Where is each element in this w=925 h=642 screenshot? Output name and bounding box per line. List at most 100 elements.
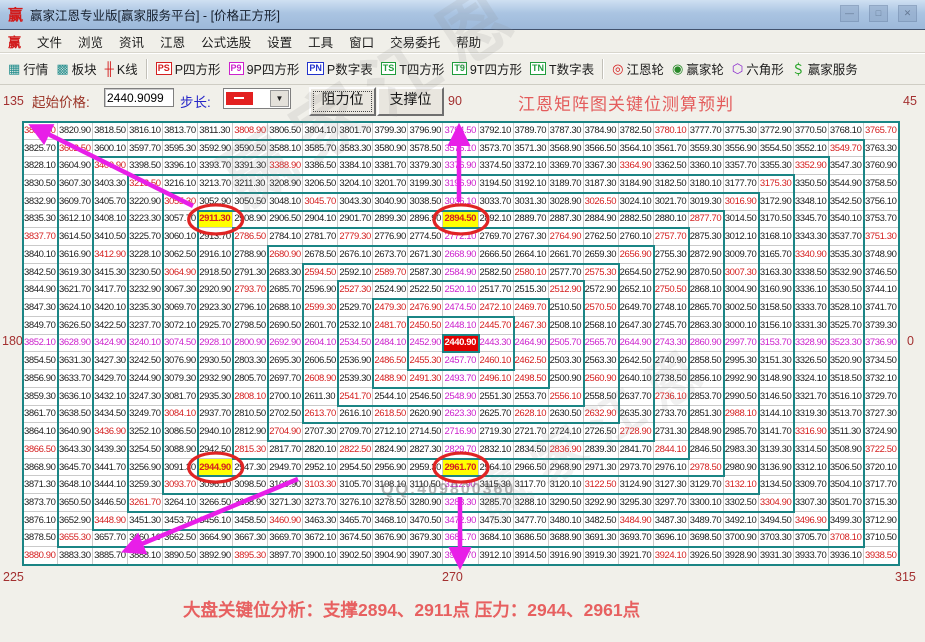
grid-cell: 3552.10 bbox=[794, 140, 829, 158]
grid-cell: 3232.90 bbox=[128, 281, 163, 299]
menu-item-trade-order[interactable]: 交易委托 bbox=[382, 30, 448, 53]
winner-wheel-icon: ◉ bbox=[672, 61, 683, 77]
grid-cell: 3921.70 bbox=[619, 547, 654, 565]
grid-cell: 3628.90 bbox=[58, 335, 93, 353]
grid-cell: 3420.10 bbox=[93, 299, 128, 317]
grid-cell: 3856.90 bbox=[23, 370, 58, 388]
toolbar-item-p-square[interactable]: PSP四方形 bbox=[156, 59, 221, 78]
toolbar-item-9t-square[interactable]: T99T四方形 bbox=[452, 59, 522, 78]
grid-cell: 3424.90 bbox=[93, 335, 128, 353]
grid-cell: 3873.70 bbox=[23, 494, 58, 512]
grid-cell: 2860.90 bbox=[689, 335, 724, 353]
menu-item-tools[interactable]: 工具 bbox=[300, 30, 341, 53]
toolbar-item-label: 9T四方形 bbox=[470, 59, 522, 78]
grid-cell: 3331.30 bbox=[794, 317, 829, 335]
menu-item-window[interactable]: 窗口 bbox=[341, 30, 382, 53]
grid-cell: 3400.90 bbox=[93, 157, 128, 175]
grid-cell: 3408.10 bbox=[93, 211, 128, 229]
grid-cell: 2515.30 bbox=[514, 281, 549, 299]
toolbar-item-label: T数字表 bbox=[549, 59, 594, 78]
grid-cell: 2690.50 bbox=[268, 317, 303, 335]
grid-cell: 3700.90 bbox=[724, 530, 759, 548]
grid-cell: 3300.10 bbox=[689, 494, 724, 512]
grid-cell: 2995.30 bbox=[724, 352, 759, 370]
grid-cell: 3904.90 bbox=[373, 547, 408, 565]
grid-cell: 3436.90 bbox=[93, 423, 128, 441]
toolbar-item-t-square[interactable]: TST四方形 bbox=[381, 59, 445, 78]
toolbar-item-sectors[interactable]: ▩板块 bbox=[56, 59, 96, 78]
step-label: 步长: bbox=[180, 91, 211, 111]
toolbar-item-quotes[interactable]: ▦行情 bbox=[8, 59, 48, 78]
grid-cell: 3852.10 bbox=[23, 335, 58, 353]
menu-item-formula-stock-pick[interactable]: 公式选股 bbox=[193, 30, 259, 53]
grid-cell: 3372.10 bbox=[514, 157, 549, 175]
menu-logo-icon: 赢 bbox=[8, 32, 21, 51]
toolbar-item-winner-service[interactable]: ＄赢家服务 bbox=[792, 59, 858, 78]
start-price-input[interactable] bbox=[104, 88, 174, 107]
grid-cell: 3657.70 bbox=[93, 530, 128, 548]
toolbar-item-winner-wheel[interactable]: ◉赢家轮 bbox=[672, 59, 724, 78]
minimize-icon[interactable]: — bbox=[840, 5, 859, 22]
grid-cell: 3242.50 bbox=[128, 352, 163, 370]
close-icon[interactable]: ✕ bbox=[898, 5, 917, 22]
maximize-icon[interactable]: □ bbox=[869, 5, 888, 22]
grid-cell: 3348.10 bbox=[794, 193, 829, 211]
grid-cell: 2601.70 bbox=[303, 317, 338, 335]
grid-cell: 2676.10 bbox=[338, 246, 373, 264]
grid-cell: 3074.50 bbox=[163, 335, 198, 353]
support-button[interactable]: 支撑位 bbox=[377, 87, 444, 116]
resistance-button[interactable]: 阻力位 bbox=[309, 87, 376, 116]
grid-cell: 3295.30 bbox=[619, 494, 654, 512]
menu-item-settings[interactable]: 设置 bbox=[259, 30, 300, 53]
angle-label-45: 45 bbox=[903, 94, 917, 108]
toolbar-item-kline[interactable]: ╫K线 bbox=[105, 59, 138, 78]
grid-cell: 3542.50 bbox=[829, 193, 864, 211]
toolbar-item-hexagon[interactable]: ⬡六角形 bbox=[732, 59, 784, 78]
grid-cell: 2649.70 bbox=[619, 299, 654, 317]
grid-cell: 2474.50 bbox=[443, 299, 478, 317]
grid-cell: 2990.50 bbox=[724, 388, 759, 406]
toolbar-item-t-number-table[interactable]: TNT数字表 bbox=[530, 59, 594, 78]
grid-cell: 2731.30 bbox=[654, 423, 689, 441]
grid-cell: 3103.30 bbox=[303, 476, 338, 494]
menu-item-help[interactable]: 帮助 bbox=[448, 30, 489, 53]
menu-item-news[interactable]: 资讯 bbox=[111, 30, 152, 53]
grid-cell: 3028.90 bbox=[549, 193, 584, 211]
grid-cell: 3376.90 bbox=[443, 157, 478, 175]
grid-cell: 2736.10 bbox=[654, 388, 689, 406]
chevron-down-icon[interactable]: ▼ bbox=[270, 90, 289, 107]
grid-cell: 3537.70 bbox=[829, 228, 864, 246]
grid-cell: 3120.10 bbox=[549, 476, 584, 494]
grid-cell: 3861.70 bbox=[23, 406, 58, 424]
step-dropdown[interactable]: ▼ bbox=[223, 88, 291, 109]
grid-cell: 3672.10 bbox=[303, 530, 338, 548]
grid-cell: 2642.50 bbox=[619, 352, 654, 370]
toolbar-item-9p-square[interactable]: P99P四方形 bbox=[229, 59, 300, 78]
grid-cell: 2493.70 bbox=[443, 370, 478, 388]
grid-cell: 3660.10 bbox=[128, 530, 163, 548]
grid-cell: 3554.50 bbox=[759, 140, 794, 158]
toolbar-item-gann-wheel[interactable]: ◎江恩轮 bbox=[612, 59, 664, 78]
menu-item-browse[interactable]: 浏览 bbox=[70, 30, 111, 53]
grid-cell: 3511.30 bbox=[829, 423, 864, 441]
grid-cell: 2704.90 bbox=[268, 423, 303, 441]
menu-item-gann[interactable]: 江恩 bbox=[152, 30, 193, 53]
grid-cell: 2688.10 bbox=[268, 299, 303, 317]
grid-cell: 2544.10 bbox=[373, 388, 408, 406]
grid-cell: 2832.10 bbox=[479, 441, 514, 459]
grid-cell: 3124.90 bbox=[619, 476, 654, 494]
grid-cell: 3513.70 bbox=[829, 406, 864, 424]
grid-cell: 3096.10 bbox=[198, 476, 233, 494]
grid-cell: 2486.50 bbox=[373, 352, 408, 370]
grid-cell: 3811.30 bbox=[198, 122, 233, 140]
grid-cell: 3633.70 bbox=[58, 370, 93, 388]
menu-item-file[interactable]: 文件 bbox=[29, 30, 70, 53]
grid-cell: 2647.30 bbox=[619, 317, 654, 335]
grid-cell: 3549.70 bbox=[829, 140, 864, 158]
grid-cell: 2976.10 bbox=[654, 459, 689, 477]
grid-cell: 3501.70 bbox=[829, 494, 864, 512]
grid-cell: 3792.10 bbox=[479, 122, 514, 140]
grid-cell: 2479.30 bbox=[373, 299, 408, 317]
toolbar-item-p-number-table[interactable]: PNP数字表 bbox=[307, 59, 372, 78]
toolbar-item-label: T四方形 bbox=[399, 59, 444, 78]
